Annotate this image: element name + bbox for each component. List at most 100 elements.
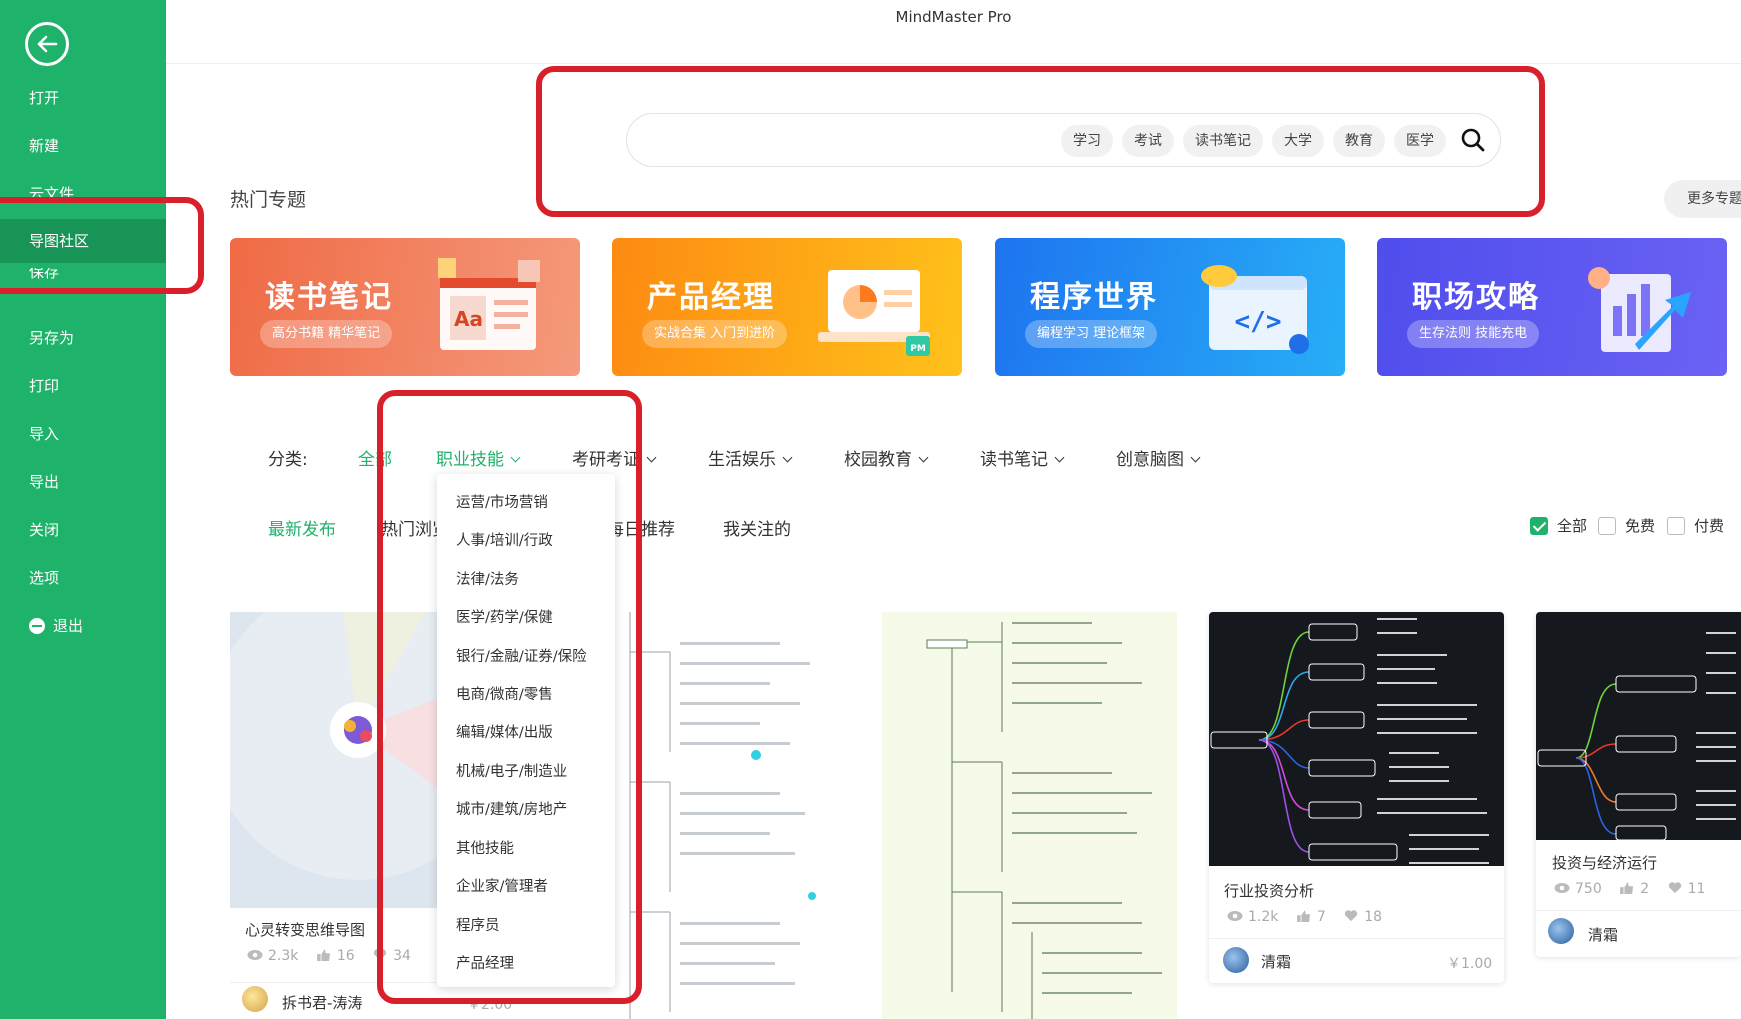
sort-latest[interactable]: 最新发布 [268, 515, 336, 540]
sidebar-item-new[interactable]: 新建 [0, 124, 166, 168]
avatar[interactable] [1548, 918, 1574, 944]
category-reading[interactable]: 读书笔记 [980, 445, 1065, 470]
svg-text:PM: PM [910, 344, 926, 354]
banner-subtitle: 实战合集 入门到进阶 [642, 320, 788, 348]
dropdown-item[interactable]: 产品经理 [456, 952, 514, 973]
banner-workplace-strategy[interactable]: 职场攻略 生存法则 技能充电 [1377, 238, 1727, 376]
category-creative[interactable]: 创意脑图 [1116, 445, 1201, 470]
map-thumbnail [1209, 612, 1504, 866]
back-button[interactable] [25, 22, 69, 66]
search-icon[interactable] [1460, 127, 1486, 153]
price: ￥1.00 [1447, 956, 1493, 972]
sidebar-item-print[interactable]: 打印 [0, 364, 166, 408]
category-campus[interactable]: 校园教育 [844, 445, 929, 470]
card-stats: 1.2k 7 18 [1227, 909, 1395, 925]
map-thumbnail [1536, 612, 1741, 840]
svg-text:Aa: Aa [454, 307, 483, 331]
sidebar-item-cloud-files[interactable]: 云文件 [0, 172, 166, 216]
eye-icon [247, 950, 263, 960]
banner-subtitle: 生存法则 技能充电 [1407, 320, 1540, 348]
dropdown-item[interactable]: 电商/微商/零售 [456, 683, 553, 704]
banner-title: 程序世界 [1030, 280, 1158, 315]
banner-subtitle: 编程学习 理论框架 [1025, 320, 1158, 348]
map-card[interactable] [882, 612, 1177, 1019]
map-card[interactable]: 行业投资分析 1.2k 7 18 清霜 ￥1.00 [1209, 612, 1504, 983]
filter-all[interactable]: 全部 [1530, 515, 1587, 536]
dropdown-item[interactable]: 运营/市场营销 [456, 491, 548, 512]
dropdown-item[interactable]: 医学/药学/保健 [456, 606, 553, 627]
author-name[interactable]: 清霜 [1588, 924, 1618, 945]
dropdown-item[interactable]: 其他技能 [456, 837, 514, 858]
dropdown-item[interactable]: 法律/法务 [456, 568, 519, 589]
search-tag[interactable]: 考试 [1122, 125, 1174, 157]
dark-map-preview [1537, 632, 1736, 840]
laptop-illustration: PM [818, 270, 930, 356]
thumbs-up-icon [1296, 910, 1310, 922]
filter-paid[interactable]: 付费 [1667, 515, 1724, 536]
dropdown-item[interactable]: 机械/电子/制造业 [456, 760, 567, 781]
more-topics-button[interactable]: 更多专题 [1664, 180, 1741, 218]
tree-map-preview [629, 612, 816, 1019]
banner-reading-notes[interactable]: 读书笔记 高分书籍 精华笔记 Aa [230, 238, 580, 376]
book-illustration: Aa [438, 258, 540, 350]
code-window-illustration: </> [1201, 265, 1309, 354]
svg-text:</>: </> [1235, 307, 1282, 337]
eye-icon [1554, 883, 1570, 893]
search-tag[interactable]: 医学 [1394, 125, 1446, 157]
arrow-left-icon [37, 35, 58, 53]
search-tag[interactable]: 学习 [1061, 125, 1113, 157]
sort-following[interactable]: 我关注的 [723, 515, 791, 540]
sidebar-item-export[interactable]: 导出 [0, 460, 166, 504]
avatar[interactable] [1223, 947, 1249, 973]
sidebar-item-options[interactable]: 选项 [0, 556, 166, 600]
category-lifestyle[interactable]: 生活娱乐 [708, 445, 793, 470]
hot-topics-title: 热门专题 [230, 189, 307, 211]
thumbs-up-icon [1620, 882, 1634, 894]
dropdown-item[interactable]: 企业家/管理者 [456, 875, 548, 896]
search-box[interactable]: 学习 考试 读书笔记 大学 教育 医学 [626, 113, 1501, 167]
heart-icon [373, 949, 387, 961]
dropdown-item[interactable]: 编辑/媒体/出版 [456, 721, 553, 742]
category-all[interactable]: 全部 [358, 445, 392, 470]
search-tag[interactable]: 教育 [1333, 125, 1385, 157]
sidebar-item-exit[interactable]: 退出 [0, 604, 166, 648]
sidebar-item-save-as[interactable]: 另存为 [0, 316, 166, 360]
checkbox[interactable] [1598, 516, 1616, 535]
title-bar: MindMaster Pro [166, 0, 1741, 64]
heart-icon [1668, 882, 1681, 894]
checkbox-checked[interactable] [1530, 516, 1548, 535]
dropdown-item[interactable]: 程序员 [456, 914, 500, 935]
map-card[interactable]: 投资与经济运行 750 2 11 清霜 [1536, 612, 1741, 957]
sidebar-item-save[interactable]: 保存 [0, 268, 166, 284]
tree-map-preview [926, 622, 1162, 1019]
author-name[interactable]: 拆书君-涛涛 [282, 992, 362, 1013]
search-tag[interactable]: 大学 [1272, 125, 1324, 157]
sidebar-item-import[interactable]: 导入 [0, 412, 166, 456]
report-chart-illustration [1588, 267, 1691, 352]
banner-title: 职场攻略 [1412, 280, 1540, 315]
dropdown-item[interactable]: 银行/金融/证券/保险 [456, 645, 587, 666]
banner-programming-world[interactable]: 程序世界 编程学习 理论框架 </> [995, 238, 1345, 376]
card-stats: 750 2 11 [1554, 881, 1718, 897]
map-card[interactable] [580, 612, 850, 1019]
sidebar-item-close[interactable]: 关闭 [0, 508, 166, 552]
sidebar-item-community[interactable]: 导图社区 [0, 219, 166, 263]
chevron-down-icon [782, 452, 793, 463]
search-tag[interactable]: 读书笔记 [1183, 125, 1263, 157]
dropdown-item[interactable]: 城市/建筑/房地产 [456, 798, 567, 819]
avatar[interactable] [242, 986, 268, 1012]
filter-free[interactable]: 免费 [1598, 515, 1655, 536]
category-exams[interactable]: 考研考证 [572, 445, 657, 470]
dropdown-item[interactable]: 人事/培训/行政 [456, 529, 553, 550]
banner-title: 产品经理 [647, 280, 775, 315]
category-career-skills[interactable]: 职业技能 [436, 445, 521, 470]
search-tags: 学习 考试 读书笔记 大学 教育 医学 [1061, 125, 1446, 157]
card-title: 投资与经济运行 [1552, 854, 1658, 872]
banner-product-manager[interactable]: 产品经理 实战合集 入门到进阶 PM [612, 238, 962, 376]
checkbox[interactable] [1667, 516, 1685, 535]
sort-daily-picks[interactable]: 每日推荐 [607, 515, 675, 540]
dark-map-preview [1210, 618, 1489, 864]
author-name[interactable]: 清霜 [1261, 951, 1291, 972]
sidebar-item-open[interactable]: 打开 [0, 76, 166, 120]
career-skills-dropdown: 运营/市场营销 人事/培训/行政 法律/法务 医学/药学/保健 银行/金融/证券… [437, 474, 615, 987]
